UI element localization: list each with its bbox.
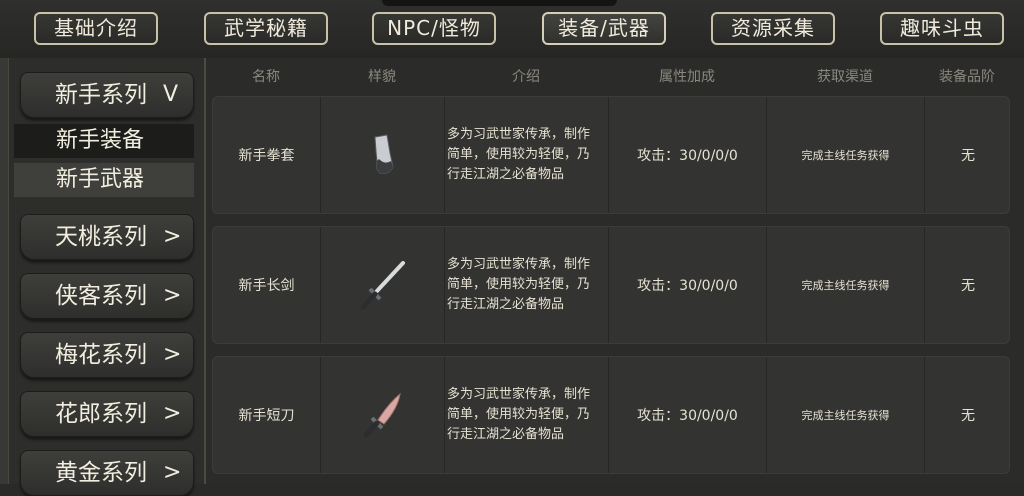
item-source: 完成主线任务获得 <box>767 227 925 343</box>
sidebar-series-hualang[interactable]: 花郎系列 > <box>20 391 194 437</box>
sidebar-series-label: 黄金系列 <box>55 460 147 486</box>
item-name: 新手长剑 <box>213 227 321 343</box>
tab-fun-bug-fight[interactable]: 趣味斗虫 <box>880 12 1004 45</box>
item-source: 完成主线任务获得 <box>767 357 925 473</box>
item-description: 多为习武世家传承，制作简单，使用较为轻便，乃行走江湖之必备物品 <box>445 227 609 343</box>
table-row[interactable]: 新手长剑 多为习武世家传承，制作简单，使用较为轻便，乃行走江湖之必备物品 攻击：… <box>212 226 1010 344</box>
dagger-icon <box>363 392 401 438</box>
chevron-right-icon: > <box>163 401 182 426</box>
chevron-right-icon: > <box>163 283 182 308</box>
table-row[interactable]: 新手短刀 多为习武世家传承，制作简单，使用较为轻便，乃行走江湖之必备物品 攻击：… <box>212 356 1010 474</box>
item-grade: 无 <box>961 148 975 164</box>
item-appearance <box>321 227 445 343</box>
item-source: 完成主线任务获得 <box>767 97 925 213</box>
sidebar-item-newbie-gear[interactable]: 新手装备 <box>14 124 194 158</box>
header-intro: 介绍 <box>512 69 540 85</box>
table-row[interactable]: 新手拳套 多为习武世家传承，制作简单，使用较为轻便，乃行走江湖之必备物品 攻击：… <box>212 96 1010 214</box>
top-tab-bar: 基础介绍 武学秘籍 NPC/怪物 装备/武器 资源采集 趣味斗虫 <box>0 0 1024 60</box>
gauntlet-icon <box>373 134 394 174</box>
sidebar-series-label: 梅花系列 <box>55 342 147 368</box>
chevron-right-icon: > <box>163 224 182 249</box>
sidebar-series-tiantao[interactable]: 天桃系列 > <box>20 214 194 260</box>
item-name: 新手拳套 <box>213 97 321 213</box>
chevron-down-icon: V <box>163 82 179 107</box>
sword-icon <box>360 261 405 310</box>
item-appearance <box>321 357 445 473</box>
chevron-right-icon: > <box>163 460 182 485</box>
tab-basic-intro[interactable]: 基础介绍 <box>34 12 158 45</box>
sidebar-edge <box>0 58 9 484</box>
tab-martial-arts[interactable]: 武学秘籍 <box>204 12 328 45</box>
item-description: 多为习武世家传承，制作简单，使用较为轻便，乃行走江湖之必备物品 <box>445 97 609 213</box>
header-grade: 装备品阶 <box>939 69 995 85</box>
sidebar-item-newbie-weapon[interactable]: 新手武器 <box>14 163 194 197</box>
sidebar-series-label: 新手系列 <box>55 82 147 108</box>
chevron-right-icon: > <box>163 342 182 367</box>
item-attribute: 攻击：30/0/0/0 <box>609 227 767 343</box>
header-source: 获取渠道 <box>817 69 873 85</box>
item-description: 多为习武世家传承，制作简单，使用较为轻便，乃行走江湖之必备物品 <box>445 357 609 473</box>
header-name: 名称 <box>252 69 280 85</box>
item-grade: 无 <box>961 278 975 294</box>
header-appearance: 样貌 <box>368 69 396 85</box>
item-attribute: 攻击：30/0/0/0 <box>609 97 767 213</box>
sidebar-series-meihua[interactable]: 梅花系列 > <box>20 332 194 378</box>
sidebar-series-xiake[interactable]: 侠客系列 > <box>20 273 194 319</box>
sidebar-series-newbie[interactable]: 新手系列 V <box>20 72 194 118</box>
tab-equipment-weapon[interactable]: 装备/武器 <box>542 12 666 45</box>
item-appearance <box>321 97 445 213</box>
tab-resource-gathering[interactable]: 资源采集 <box>711 12 835 45</box>
sidebar-series-label: 天桃系列 <box>55 224 147 250</box>
tab-npc-monster[interactable]: NPC/怪物 <box>372 12 496 45</box>
item-name: 新手短刀 <box>213 357 321 473</box>
sidebar-series-label: 花郎系列 <box>55 401 147 427</box>
sidebar-series-label: 侠客系列 <box>55 283 147 309</box>
header-attribute: 属性加成 <box>659 69 715 85</box>
item-grade: 无 <box>961 408 975 424</box>
top-notch <box>382 0 617 6</box>
sidebar-series-huangjin[interactable]: 黄金系列 > <box>20 450 194 496</box>
item-attribute: 攻击：30/0/0/0 <box>609 357 767 473</box>
